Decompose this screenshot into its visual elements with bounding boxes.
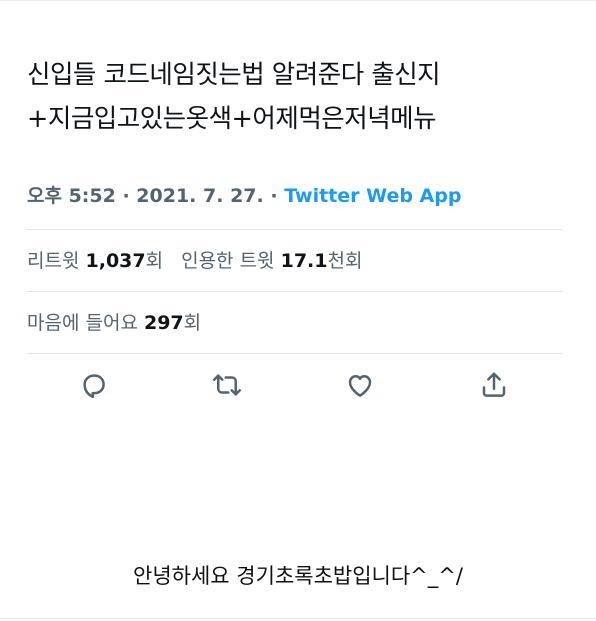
heart-icon — [348, 375, 372, 397]
retweets-count: 1,037 — [85, 250, 146, 272]
quotes-stat[interactable]: 인용한 트윗 17.1천회 — [181, 250, 362, 272]
tweet-card: 신입들 코드네임짓는법 알려준다 출신지+지금입고있는옷색+어제먹은저녁메뉴 오… — [0, 0, 596, 621]
tweet-time: 오후 5:52 — [27, 185, 116, 207]
like-button[interactable] — [343, 368, 377, 402]
divider — [27, 353, 563, 354]
divider — [27, 291, 563, 292]
retweets-label: 리트윗 — [27, 250, 80, 272]
retweets-stat[interactable]: 리트윗 1,037회 — [27, 250, 163, 272]
tweet-date[interactable]: 2021. 7. 27. — [136, 185, 263, 207]
meta-separator: · — [115, 185, 137, 207]
retweets-unit: 회 — [145, 250, 164, 272]
tweet-source-app[interactable]: Twitter Web App — [284, 185, 461, 207]
quotes-count: 17.1 — [280, 250, 328, 272]
reply-button[interactable] — [77, 368, 111, 402]
share-icon — [482, 372, 506, 397]
quotes-label: 인용한 트윗 — [181, 250, 275, 272]
meta-separator: · — [263, 185, 285, 207]
likes-count: 297 — [143, 312, 184, 334]
divider — [27, 229, 563, 230]
tweet-meta: 오후 5:52 · 2021. 7. 27. · Twitter Web App — [27, 181, 572, 211]
tweet-text: 신입들 코드네임짓는법 알려준다 출신지+지금입고있는옷색+어제먹은저녁메뉴 — [27, 60, 441, 134]
divider — [0, 618, 596, 619]
tweet-actions-bar — [0, 364, 596, 408]
likes-stats-row[interactable]: 마음에 들어요 297회 — [27, 308, 201, 338]
quotes-unit: 천회 — [327, 250, 363, 272]
image-caption: 안녕하세요 경기초록초밥입니다^_^/ — [133, 564, 463, 588]
retweet-button[interactable] — [210, 368, 244, 402]
reply-icon — [83, 374, 105, 399]
likes-label: 마음에 들어요 — [27, 312, 138, 334]
retweet-icon — [213, 374, 241, 396]
share-button[interactable] — [477, 368, 511, 402]
likes-unit: 회 — [183, 312, 202, 334]
retweet-stats-row: 리트윗 1,037회 인용한 트윗 17.1천회 — [27, 246, 362, 276]
